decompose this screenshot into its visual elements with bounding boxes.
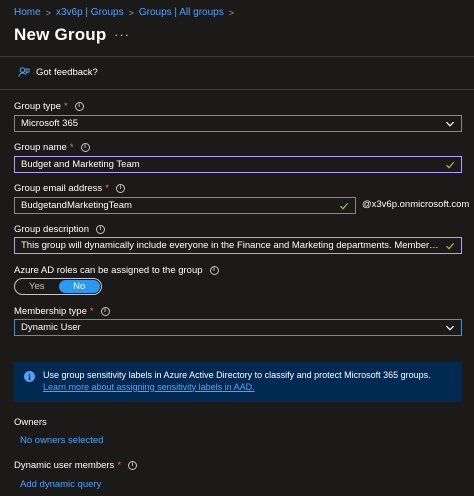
- info-icon[interactable]: i: [209, 266, 219, 275]
- required-marker: *: [69, 142, 74, 153]
- check-icon: [340, 202, 349, 210]
- breadcrumb-separator: >: [45, 7, 51, 18]
- breadcrumb-separator: >: [128, 7, 134, 18]
- breadcrumb-all-groups[interactable]: Groups | All groups: [139, 7, 224, 18]
- info-icon[interactable]: i: [74, 102, 84, 111]
- breadcrumb-home[interactable]: Home: [14, 7, 41, 18]
- check-icon: [446, 161, 455, 169]
- breadcrumb-groups[interactable]: x3v6p | Groups: [56, 7, 124, 18]
- banner-message: Use group sensitivity labels in Azure Ac…: [43, 370, 431, 380]
- page-title: New Group: [14, 25, 107, 44]
- info-circle-icon: i: [24, 371, 35, 382]
- info-icon[interactable]: i: [128, 461, 138, 470]
- chevron-down-icon: [446, 121, 454, 127]
- group-description-value: This group will dynamically include ever…: [21, 240, 442, 251]
- group-email-label-text: Group email address: [14, 183, 103, 194]
- more-options-button[interactable]: ···: [114, 27, 130, 42]
- chevron-down-icon: [446, 325, 454, 331]
- required-marker: *: [117, 460, 122, 471]
- feedback-button[interactable]: Got feedback?: [18, 66, 98, 78]
- feedback-label: Got feedback?: [36, 66, 98, 78]
- divider: [0, 56, 474, 57]
- membership-type-select[interactable]: Dynamic User: [14, 319, 462, 336]
- group-name-value: Budget and Marketing Team: [21, 159, 140, 170]
- toggle-option-yes[interactable]: Yes: [16, 280, 58, 293]
- required-marker: *: [64, 101, 68, 112]
- azure-roles-label-text: Azure AD roles can be assigned to the gr…: [14, 265, 203, 276]
- add-dynamic-query-link[interactable]: Add dynamic query: [20, 479, 101, 490]
- breadcrumb-separator: >: [228, 7, 234, 18]
- group-description-input[interactable]: This group will dynamically include ever…: [14, 237, 462, 254]
- info-icon[interactable]: i: [115, 184, 125, 193]
- info-icon[interactable]: i: [95, 225, 105, 234]
- banner-text: Use group sensitivity labels in Azure Ac…: [43, 370, 452, 393]
- required-marker: *: [105, 183, 109, 194]
- membership-type-label: Membership type * i: [14, 306, 110, 317]
- required-marker: *: [89, 306, 94, 317]
- group-description-label: Group description i: [14, 224, 105, 235]
- info-icon[interactable]: i: [80, 143, 90, 152]
- group-type-label-text: Group type: [14, 101, 61, 112]
- group-type-label: Group type * i: [14, 101, 84, 112]
- group-name-label: Group name * i: [14, 142, 90, 153]
- breadcrumb: Home > x3v6p | Groups > Groups | All gro…: [14, 7, 239, 18]
- group-name-input[interactable]: Budget and Marketing Team: [14, 156, 462, 173]
- group-type-value: Microsoft 365: [21, 118, 79, 129]
- owners-label: Owners: [14, 417, 47, 428]
- sensitivity-labels-banner: i Use group sensitivity labels in Azure …: [14, 362, 462, 402]
- learn-more-link[interactable]: Learn more about assigning sensitivity l…: [43, 382, 255, 392]
- toggle-option-no[interactable]: No: [58, 280, 100, 293]
- group-name-label-text: Group name: [14, 142, 67, 153]
- dynamic-members-label: Dynamic user members * i: [14, 460, 138, 471]
- check-icon: [446, 242, 455, 250]
- membership-type-value: Dynamic User: [21, 322, 81, 333]
- info-icon[interactable]: i: [100, 307, 110, 316]
- group-email-value: BudgetandMarketingTeam: [21, 200, 132, 211]
- group-type-select[interactable]: Microsoft 365: [14, 115, 462, 132]
- owners-label-text: Owners: [14, 417, 47, 428]
- no-owners-selected-link[interactable]: No owners selected: [20, 435, 103, 446]
- azure-roles-toggle[interactable]: Yes No: [14, 278, 102, 295]
- email-domain-suffix: @x3v6p.onmicrosoft.com: [362, 199, 470, 210]
- membership-type-label-text: Membership type: [14, 306, 87, 317]
- group-email-input[interactable]: BudgetandMarketingTeam: [14, 197, 356, 214]
- group-email-label: Group email address * i: [14, 183, 125, 194]
- group-description-label-text: Group description: [14, 224, 89, 235]
- divider: [0, 89, 474, 90]
- dynamic-members-label-text: Dynamic user members: [14, 460, 115, 471]
- feedback-person-icon: [18, 67, 30, 78]
- azure-roles-label: Azure AD roles can be assigned to the gr…: [14, 265, 219, 276]
